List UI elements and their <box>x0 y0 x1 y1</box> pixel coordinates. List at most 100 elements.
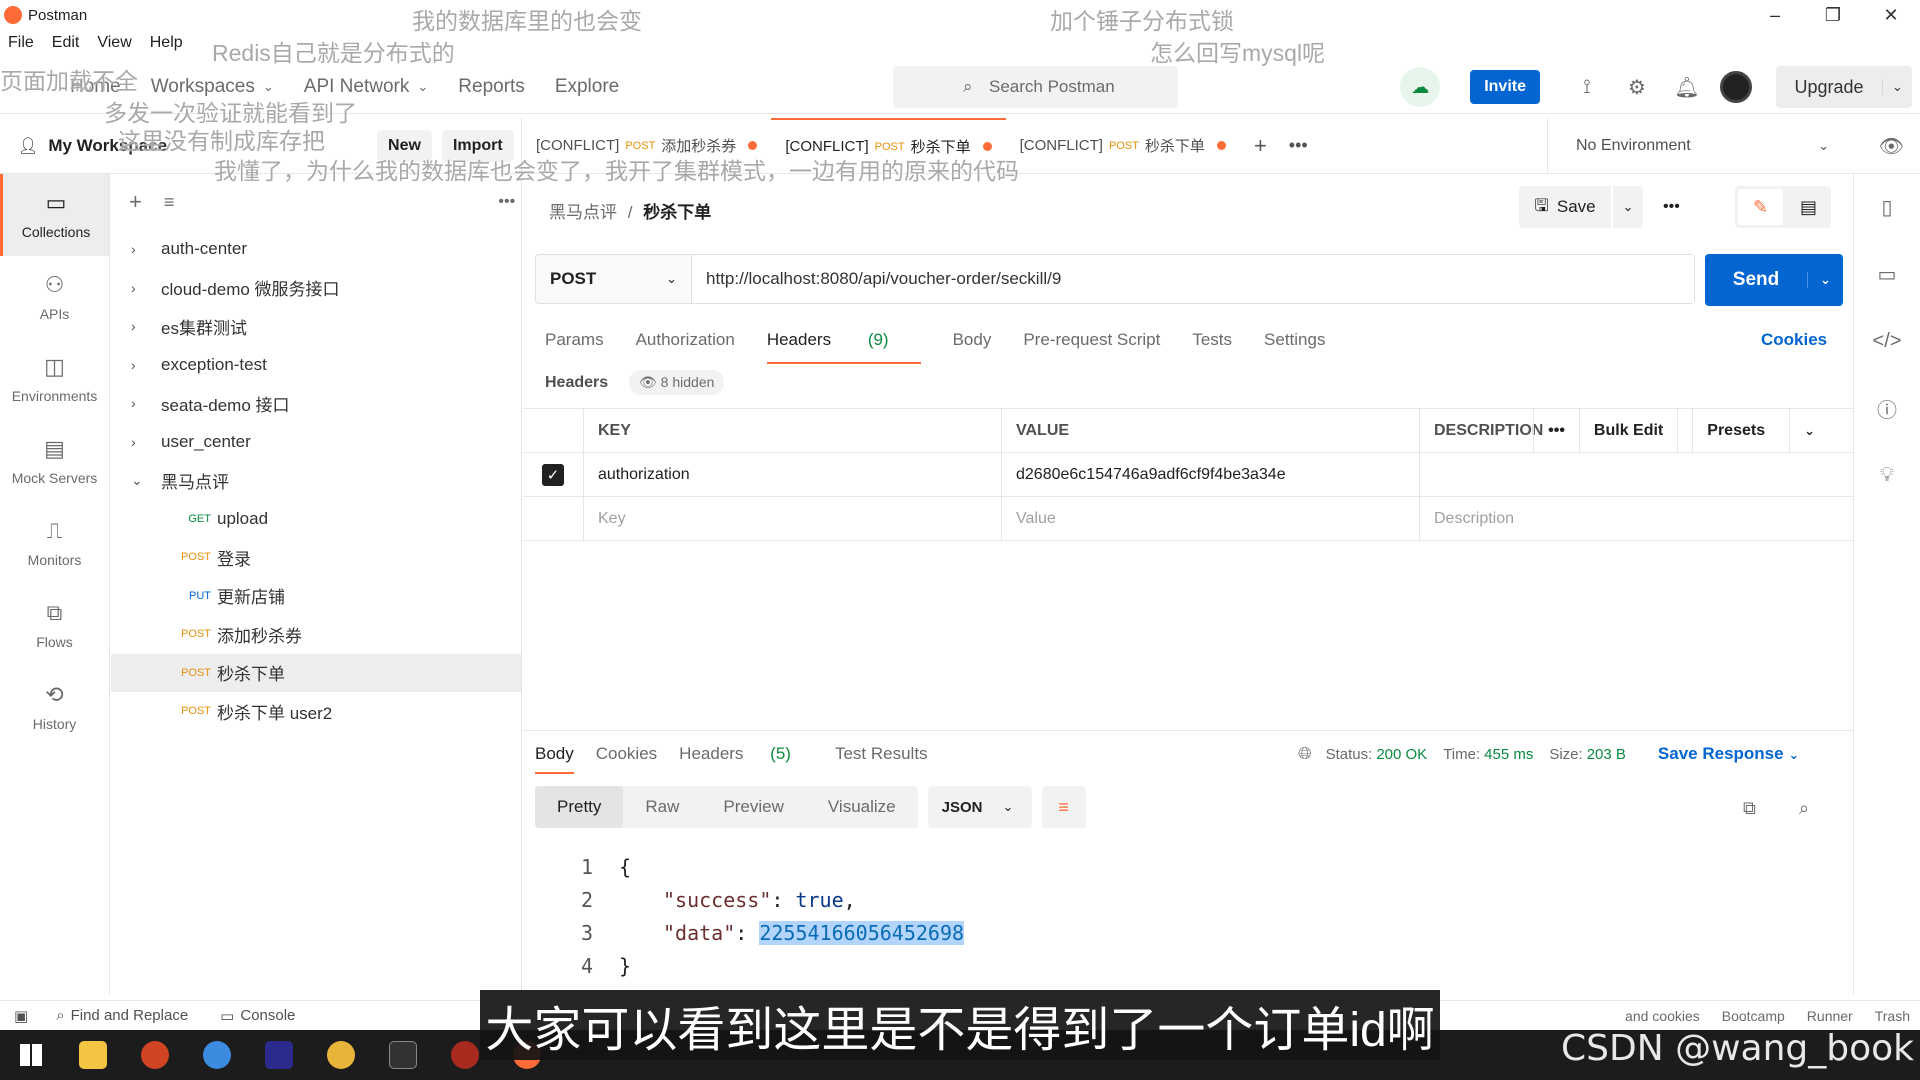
lightbulb-icon[interactable]: 💡︎ <box>1854 442 1920 509</box>
globe-icon[interactable]: 🌐︎ <box>1298 744 1312 764</box>
rail-mock-servers[interactable]: ▤ Mock Servers <box>0 420 109 502</box>
windows-start-icon[interactable] <box>0 1030 62 1080</box>
tab-settings[interactable]: Settings <box>1264 330 1325 364</box>
wrap-lines-icon[interactable]: ≡ <box>1041 786 1086 828</box>
copy-icon[interactable]: ⧉ <box>1743 798 1756 819</box>
sidebar-toggle-icon[interactable]: ▣ <box>14 1007 28 1025</box>
request-item[interactable]: POST 登录 <box>111 538 521 577</box>
resp-tab-body[interactable]: Body <box>535 744 574 774</box>
trash-button[interactable]: Trash <box>1875 1008 1910 1024</box>
maximize-icon[interactable]: ❐ <box>1804 0 1862 30</box>
menu-edit[interactable]: Edit <box>52 34 80 52</box>
search-icon[interactable]: ⌕ <box>1799 798 1809 819</box>
workspace-name[interactable]: My Workspace <box>48 136 167 156</box>
search-input[interactable]: ⌕ Search Postman <box>893 66 1178 108</box>
rail-flows[interactable]: ⧉ Flows <box>0 584 109 666</box>
more-icon[interactable]: ••• <box>1663 198 1680 216</box>
request-item[interactable]: POST 秒杀下单 user2 <box>111 692 521 731</box>
chevron-down-icon[interactable]: ⌄ <box>1882 79 1912 95</box>
mode-pretty[interactable]: Pretty <box>535 786 624 828</box>
mode-visualize[interactable]: Visualize <box>806 786 918 828</box>
pencil-icon[interactable]: ✎ <box>1738 189 1783 225</box>
bulk-edit-button[interactable]: Bulk Edit <box>1578 409 1677 453</box>
chrome-icon[interactable] <box>310 1030 372 1080</box>
terminal-icon[interactable] <box>372 1030 434 1080</box>
resp-tab-test-results[interactable]: Test Results <box>835 744 928 774</box>
collection-item[interactable]: › exception-test <box>111 346 521 385</box>
format-select[interactable]: JSON ⌄ <box>927 786 1032 828</box>
mode-raw[interactable]: Raw <box>623 786 701 828</box>
rail-environments[interactable]: ◫ Environments <box>0 338 109 420</box>
menu-view[interactable]: View <box>97 34 131 52</box>
request-tab[interactable]: [CONFLICT] POST 秒杀下单 <box>1006 118 1240 173</box>
request-tab[interactable]: [CONFLICT] POST 添加秒杀券 <box>522 118 771 173</box>
nav-reports[interactable]: Reports <box>458 76 525 98</box>
add-tab-icon[interactable]: + <box>1254 133 1267 159</box>
collection-item[interactable]: › auth-center <box>111 230 521 269</box>
minimize-icon[interactable]: – <box>1746 0 1804 30</box>
menu-help[interactable]: Help <box>150 34 183 52</box>
nav-api-network[interactable]: API Network ⌄ <box>304 76 429 98</box>
code-icon[interactable]: </> <box>1854 308 1920 375</box>
nav-workspaces[interactable]: Workspaces ⌄ <box>151 76 274 98</box>
url-input[interactable]: http://localhost:8080/api/voucher-order/… <box>692 255 1694 303</box>
gear-icon[interactable]: ⚙ <box>1620 70 1654 104</box>
intellij-icon[interactable] <box>248 1030 310 1080</box>
filter-icon[interactable]: ≡ <box>164 192 175 213</box>
new-description-input[interactable]: Description <box>1419 497 1853 540</box>
method-select[interactable]: POST ⌄ <box>536 255 692 303</box>
nav-home[interactable]: Home <box>70 76 121 98</box>
avatar[interactable] <box>1720 71 1752 103</box>
hidden-headers-badge[interactable]: 👁︎ 8 hidden <box>629 370 725 395</box>
runner-button[interactable]: Runner <box>1807 1008 1853 1024</box>
time-value[interactable]: 455 ms <box>1484 746 1533 763</box>
console-button[interactable]: ▭ Console <box>220 1007 295 1025</box>
resp-tab-headers[interactable]: Headers (5) <box>679 744 813 774</box>
presets-button[interactable]: Presets ⌄ <box>1677 409 1843 453</box>
more-icon[interactable]: ••• <box>1533 409 1579 453</box>
response-divider[interactable] <box>523 730 1853 731</box>
collection-item[interactable]: › cloud-demo 微服务接口 <box>111 269 521 308</box>
satellite-icon[interactable]: ⟟ <box>1570 70 1604 104</box>
powerpoint-icon[interactable] <box>124 1030 186 1080</box>
header-description[interactable] <box>1419 453 1853 496</box>
request-tab[interactable]: [CONFLICT] POST 秒杀下单 <box>771 118 1006 173</box>
more-tabs-icon[interactable]: ••• <box>1289 135 1308 156</box>
rail-monitors[interactable]: ⎍ Monitors <box>0 502 109 584</box>
collection-item[interactable]: ⌄ 黑马点评 <box>111 461 521 500</box>
bell-icon[interactable]: 🔔︎ <box>1670 70 1704 104</box>
more-icon[interactable]: ••• <box>498 193 515 211</box>
info-icon[interactable]: ⓘ <box>1854 375 1920 442</box>
chevron-down-icon[interactable]: ⌄ <box>1613 186 1643 228</box>
save-button[interactable]: 🖫︎ Save <box>1519 186 1611 228</box>
checkbox-checked-icon[interactable]: ✓ <box>542 463 564 486</box>
tab-prerequest[interactable]: Pre-request Script <box>1023 330 1160 364</box>
request-item[interactable]: GET upload <box>111 500 521 539</box>
json-value-selected[interactable]: 225541660564526​98 <box>759 920 965 945</box>
request-item[interactable]: POST 添加秒杀券 <box>111 615 521 654</box>
mode-preview[interactable]: Preview <box>701 786 805 828</box>
status-value[interactable]: 200 OK <box>1376 746 1427 763</box>
menu-file[interactable]: File <box>8 34 34 52</box>
comments-icon[interactable]: ▭ <box>1854 241 1920 308</box>
header-value[interactable]: d2680e6c154746a9adf6cf9f4be3a34e <box>1001 453 1419 496</box>
import-button[interactable]: Import <box>441 129 514 162</box>
eye-icon[interactable]: 👁︎ <box>1879 134 1904 159</box>
tab-body[interactable]: Body <box>953 330 992 364</box>
collection-item[interactable]: › es集群测试 <box>111 307 521 346</box>
request-item[interactable]: PUT 更新店铺 <box>111 577 521 616</box>
close-icon[interactable]: ✕ <box>1862 0 1920 30</box>
collection-item[interactable]: › user_center <box>111 423 521 462</box>
request-item[interactable]: POST 秒杀下单 <box>111 653 521 692</box>
resp-tab-cookies[interactable]: Cookies <box>596 744 657 774</box>
collection-item[interactable]: › seata-demo 接口 <box>111 384 521 423</box>
response-body[interactable]: 1{ 2 "success": true, 3 "data": 2255416605… <box>553 850 965 982</box>
bootcamp-button[interactable]: Bootcamp <box>1722 1008 1785 1024</box>
save-response-button[interactable]: Save Response ⌄ <box>1658 744 1799 764</box>
breadcrumb-parent[interactable]: 黑马点评 <box>549 203 617 222</box>
upgrade-button[interactable]: Upgrade ⌄ <box>1776 66 1912 108</box>
sync-cloud-icon[interactable]: ☁ <box>1400 67 1441 107</box>
chevron-down-icon[interactable]: ⌄ <box>1807 272 1843 288</box>
cookies-status[interactable]: and cookies <box>1625 1008 1700 1024</box>
file-explorer-icon[interactable] <box>62 1030 124 1080</box>
